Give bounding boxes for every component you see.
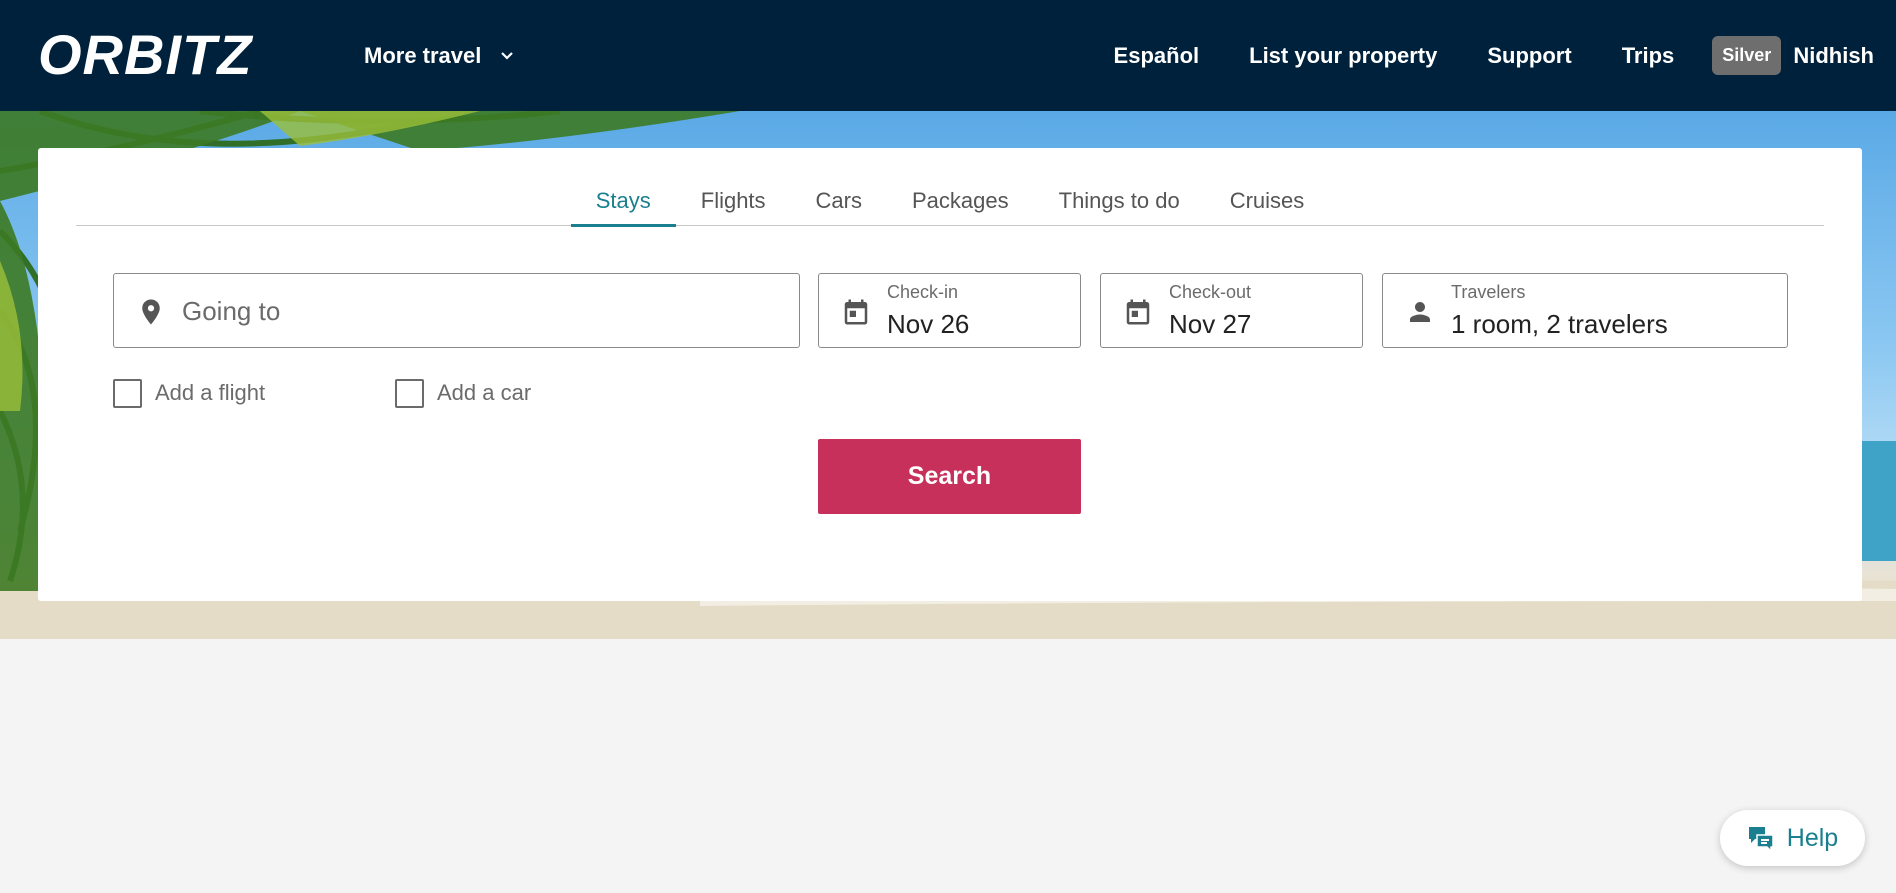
nav-link-support[interactable]: Support	[1487, 43, 1571, 69]
nav-link-list-property[interactable]: List your property	[1249, 43, 1437, 69]
checkbox-box[interactable]	[113, 378, 142, 408]
calendar-icon	[844, 299, 868, 325]
search-button[interactable]: Search	[818, 439, 1081, 514]
top-header: ORBITZ More travel Español List your pro…	[0, 0, 1896, 111]
checkin-field[interactable]: Check-in Nov 26	[818, 273, 1081, 348]
checkout-label: Check-out	[1169, 282, 1252, 302]
more-travel-menu[interactable]: More travel	[364, 0, 515, 111]
tab-flights[interactable]: Flights	[676, 188, 791, 226]
location-pin-icon	[142, 299, 160, 325]
person-icon	[1410, 302, 1430, 322]
tab-cars[interactable]: Cars	[791, 188, 887, 226]
calendar-icon	[1126, 299, 1150, 325]
loyalty-tier-badge: Silver	[1712, 36, 1782, 75]
travelers-field[interactable]: Travelers 1 room, 2 travelers	[1382, 273, 1788, 348]
checkout-value: Nov 27	[1169, 309, 1252, 339]
destination-field[interactable]: Going to	[113, 273, 800, 348]
orbitz-logo[interactable]: ORBITZ	[38, 28, 303, 80]
tab-things-to-do[interactable]: Things to do	[1034, 188, 1205, 226]
add-car-checkbox[interactable]: Add a car	[395, 378, 531, 408]
more-travel-label: More travel	[364, 42, 482, 68]
svg-text:ORBITZ: ORBITZ	[38, 28, 253, 80]
checkout-field[interactable]: Check-out Nov 27	[1100, 273, 1363, 348]
checkin-label: Check-in	[887, 282, 959, 302]
travelers-label: Travelers	[1451, 282, 1526, 302]
chat-bubble-icon	[1748, 827, 1774, 851]
account-menu[interactable]: Silver Nidhish	[1712, 36, 1874, 75]
user-name: Nidhish	[1793, 42, 1874, 68]
tab-cruises[interactable]: Cruises	[1205, 188, 1330, 226]
checkbox-box[interactable]	[395, 378, 424, 408]
add-flight-label: Add a flight	[155, 380, 266, 405]
help-button[interactable]: Help	[1720, 810, 1865, 866]
search-card: Stays Flights Cars Packages Things to do…	[38, 148, 1862, 601]
tab-packages[interactable]: Packages	[887, 188, 1034, 226]
tab-stays[interactable]: Stays	[570, 188, 676, 227]
search-tabs: Stays Flights Cars Packages Things to do…	[76, 188, 1824, 227]
add-car-label: Add a car	[437, 380, 532, 405]
add-flight-checkbox[interactable]: Add a flight	[113, 378, 265, 408]
checkin-value: Nov 26	[887, 309, 970, 339]
header-nav: Español List your property Support Trips…	[1114, 0, 1874, 111]
help-label: Help	[1786, 823, 1839, 852]
chevron-down-icon	[501, 51, 514, 60]
nav-link-espanol[interactable]: Español	[1114, 43, 1200, 69]
nav-link-trips[interactable]: Trips	[1622, 43, 1675, 69]
destination-placeholder: Going to	[182, 296, 281, 326]
travelers-value: 1 room, 2 travelers	[1451, 309, 1668, 339]
